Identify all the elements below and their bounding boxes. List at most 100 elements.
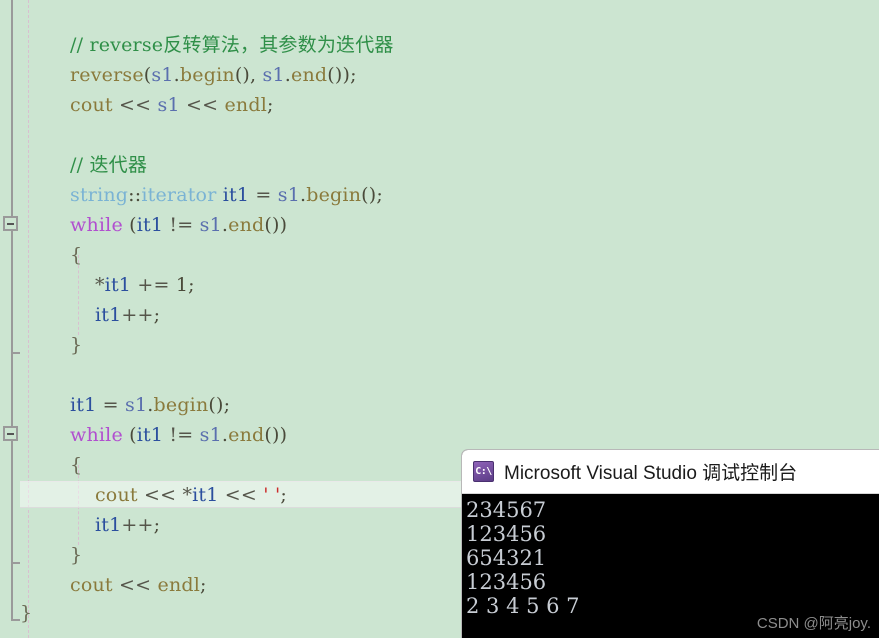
csdn-watermark: CSDN @阿亮joy. xyxy=(756,615,871,632)
debug-console-window[interactable]: C:\ Microsoft Visual Studio 调试控制台 234567… xyxy=(461,449,879,638)
code-token: endl xyxy=(224,94,268,116)
code-token: << xyxy=(179,94,225,116)
code-token: cout xyxy=(94,484,138,506)
code-token: it1 xyxy=(136,424,164,446)
code-line: // reverse反转算法，其参数为迭代器 xyxy=(70,30,394,60)
code-line: cout << endl; xyxy=(70,570,207,600)
code-token: string xyxy=(70,184,129,206)
code-token: << xyxy=(112,574,158,596)
code-token: it1 xyxy=(70,394,97,416)
code-line: } xyxy=(70,540,82,570)
code-token: // reverse反转算法，其参数为迭代器 xyxy=(70,34,394,56)
console-title-label: Microsoft Visual Studio 调试控制台 xyxy=(504,463,798,484)
code-token: iterator xyxy=(141,184,217,206)
code-token: begin xyxy=(179,64,235,86)
code-token: while xyxy=(70,214,123,236)
code-token: begin xyxy=(306,184,362,206)
code-line: { xyxy=(70,240,82,270)
code-token: while xyxy=(70,424,123,446)
code-token: s1 xyxy=(277,184,300,206)
code-token: ++ xyxy=(121,514,154,536)
fold-scope-line-top xyxy=(11,0,13,216)
code-token: s1 xyxy=(125,394,148,416)
code-token: end xyxy=(228,424,265,446)
code-token: { xyxy=(70,244,83,266)
code-token: 1 xyxy=(175,274,189,296)
console-title-bar[interactable]: C:\ Microsoft Visual Studio 调试控制台 xyxy=(462,450,879,494)
code-line: it1++; xyxy=(70,510,160,540)
code-token: endl xyxy=(157,574,201,596)
code-line: it1 = s1.begin(); xyxy=(70,390,230,420)
code-token: ; xyxy=(280,484,287,506)
console-output-area[interactable]: 234567 123456 654321 123456 2 3 4 5 6 7 CSDN… xyxy=(462,494,879,638)
code-token: end xyxy=(291,64,328,86)
code-line: it1++; xyxy=(70,300,160,330)
code-token: (); xyxy=(361,184,383,206)
code-token: begin xyxy=(153,394,209,416)
code-token: // 迭代器 xyxy=(70,154,148,176)
code-token: != xyxy=(163,424,200,446)
command-prompt-icon: C:\ xyxy=(473,461,494,482)
code-token: (); xyxy=(208,394,231,416)
code-token: ()) xyxy=(264,424,288,446)
code-line: } xyxy=(20,598,32,628)
code-token: :: xyxy=(128,184,142,206)
code-token: it1 xyxy=(222,184,250,206)
code-token: ; xyxy=(188,274,195,296)
code-token: * xyxy=(70,274,105,296)
command-prompt-icon-glyph: C:\ xyxy=(475,465,492,477)
code-token: it1 xyxy=(192,484,219,506)
code-token: } xyxy=(70,544,83,566)
console-output-line: 123456 xyxy=(466,522,547,546)
fold-scope-line-bottom xyxy=(11,441,13,621)
code-token: = xyxy=(249,184,278,206)
code-token: s1 xyxy=(199,424,222,446)
code-token: ' ' xyxy=(263,484,281,506)
console-output-lines: 234567 123456 654321 123456 2 3 4 5 6 7 xyxy=(464,498,879,618)
fold-scope-end-tick-2 xyxy=(11,562,20,564)
code-token: ( xyxy=(129,424,137,446)
code-line: cout << s1 << endl; xyxy=(70,90,274,120)
code-token: } xyxy=(20,602,33,624)
code-line: reverse(s1.begin(), s1.end()); xyxy=(70,60,357,90)
code-token: << * xyxy=(137,484,193,506)
code-token: reverse xyxy=(70,64,144,86)
fold-scope-end-tick-1 xyxy=(11,352,20,354)
code-line: } xyxy=(70,330,82,360)
code-token: it1 xyxy=(104,274,132,296)
console-output-line: 234567 xyxy=(466,498,547,522)
code-line: { xyxy=(70,450,82,480)
code-line: while (it1 != s1.end()) xyxy=(70,210,287,240)
code-token: end xyxy=(228,214,265,236)
code-line: cout << *it1 << ' '; xyxy=(70,480,287,510)
code-token: { xyxy=(70,454,83,476)
code-token: s1 xyxy=(262,64,285,86)
code-token: it1 xyxy=(94,514,122,536)
fold-scope-end-tick-3 xyxy=(11,619,20,621)
fold-marker-while-1[interactable] xyxy=(3,216,18,231)
indent-guide-level-1 xyxy=(28,0,29,638)
code-token: = xyxy=(96,394,126,416)
code-token: s1 xyxy=(199,214,222,236)
code-token: (), xyxy=(234,64,263,86)
code-line: while (it1 != s1.end()) xyxy=(70,420,287,450)
code-line: *it1 += 1; xyxy=(70,270,195,300)
code-token: it1 xyxy=(136,214,164,236)
screenshot-root: // reverse反转算法，其参数为迭代器 reverse(s1.begin()… xyxy=(0,0,879,638)
code-token: it1 xyxy=(94,304,122,326)
code-token: s1 xyxy=(157,94,180,116)
code-token: ( xyxy=(129,214,137,236)
fold-scope-line-mid xyxy=(11,231,13,426)
code-token: ()); xyxy=(327,64,357,86)
code-token: cout xyxy=(70,94,113,116)
code-line: string::iterator it1 = s1.begin(); xyxy=(70,180,383,210)
fold-marker-while-2[interactable] xyxy=(3,426,18,441)
code-token: ; xyxy=(153,304,161,326)
code-token: ++ xyxy=(121,304,154,326)
code-token: } xyxy=(70,334,83,356)
code-token: cout xyxy=(70,574,113,596)
code-line: // 迭代器 xyxy=(70,150,147,180)
